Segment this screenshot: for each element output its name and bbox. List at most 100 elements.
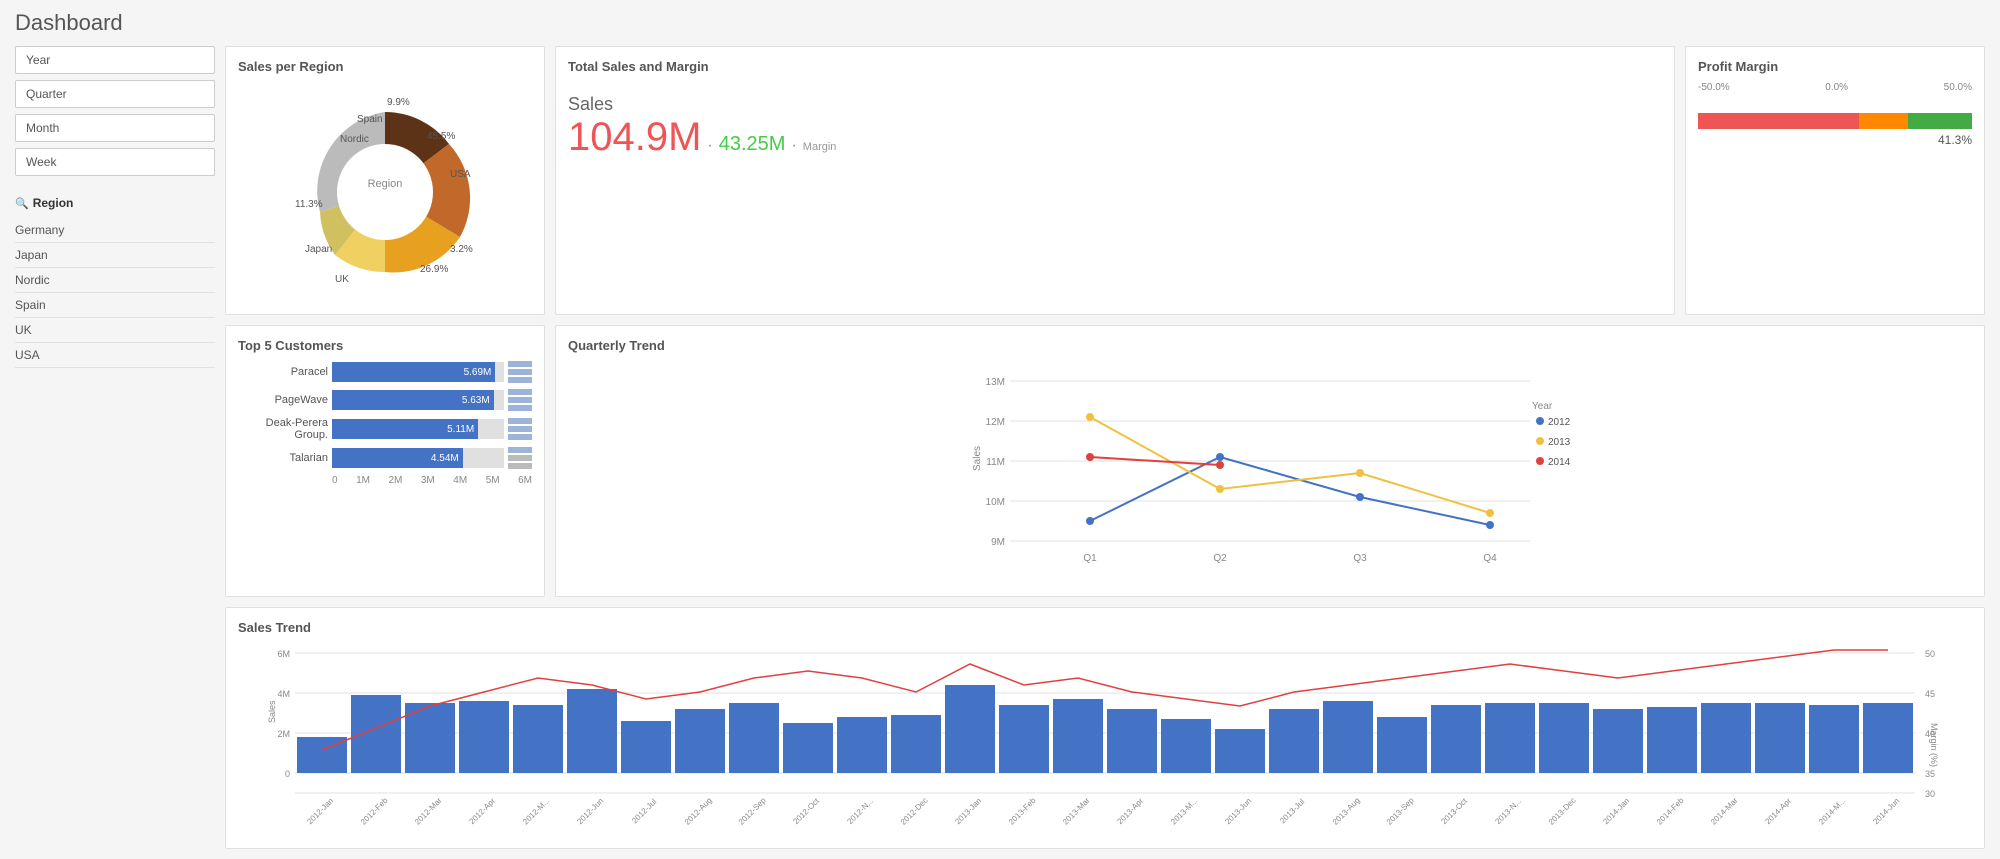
filter-month[interactable]: Month: [15, 114, 215, 142]
svg-text:2013-Jun: 2013-Jun: [1223, 796, 1253, 826]
margin-label: Margin: [803, 141, 837, 153]
svg-text:2014-Feb: 2014-Feb: [1655, 796, 1686, 827]
filter-year[interactable]: Year: [15, 46, 215, 74]
profit-margin-panel: Profit Margin -50.0% 0.0% 50.0% 41.3%: [1685, 46, 1985, 315]
svg-text:9.9%: 9.9%: [387, 97, 410, 108]
svg-text:10M: 10M: [986, 497, 1005, 508]
bar-mini-2: [508, 418, 532, 440]
profit-bar-labels: -50.0% 0.0% 50.0%: [1698, 82, 1972, 93]
svg-text:Year: Year: [1532, 401, 1553, 412]
donut-svg: Region USA 3.2% 26.9% UK Japan 11.3% Nor…: [275, 87, 495, 297]
donut-chart: Region USA 3.2% 26.9% UK Japan 11.3% Nor…: [238, 82, 532, 302]
svg-text:2014-Jun: 2014-Jun: [1871, 796, 1901, 826]
svg-text:2013-Jan: 2013-Jan: [953, 796, 983, 826]
svg-text:2012-Jan: 2012-Jan: [305, 796, 335, 826]
bar-track-1: 5.63M: [332, 390, 504, 410]
sales-label: Sales: [568, 94, 1662, 115]
region-item-usa[interactable]: USA: [15, 343, 215, 368]
svg-text:2013-Feb: 2013-Feb: [1007, 796, 1038, 827]
sidebar: Year Quarter Month Week 🔍 Region Germany…: [15, 46, 215, 849]
svg-text:2012-Dec: 2012-Dec: [899, 796, 930, 827]
region-item-uk[interactable]: UK: [15, 318, 215, 343]
region-section-title: 🔍 Region: [15, 196, 215, 210]
sales-values: 104.9M · 43.25M · Margin: [568, 115, 1662, 164]
svg-text:Sales: Sales: [972, 446, 983, 471]
customer-row-3: Talarian 4.54M: [238, 447, 532, 469]
svg-text:2012-M...: 2012-M...: [521, 796, 551, 826]
svg-text:11.3%: 11.3%: [295, 199, 323, 210]
customer-name-3: Talarian: [238, 452, 328, 464]
bar-track-2: 5.11M: [332, 419, 504, 439]
customer-name-1: PageWave: [238, 394, 328, 406]
region-item-spain[interactable]: Spain: [15, 293, 215, 318]
svg-text:Japan: Japan: [305, 244, 332, 255]
region-item-japan[interactable]: Japan: [15, 243, 215, 268]
svg-text:2014: 2014: [1548, 457, 1571, 468]
svg-text:2012-Apr: 2012-Apr: [467, 796, 497, 826]
region-item-nordic[interactable]: Nordic: [15, 268, 215, 293]
filter-quarter[interactable]: Quarter: [15, 80, 215, 108]
customer-name-0: Paracel: [238, 366, 328, 378]
svg-text:2013-Oct: 2013-Oct: [1439, 796, 1469, 826]
svg-text:2013-M...: 2013-M...: [1169, 796, 1199, 826]
svg-text:2013: 2013: [1548, 437, 1571, 448]
svg-text:Q4: Q4: [1483, 553, 1497, 564]
sales-trend-svg: 6M 4M 2M 0 Sales 50 45 40 35 30 Margin (…: [238, 643, 1972, 833]
bar-mini-0: [508, 361, 532, 383]
svg-text:35: 35: [1925, 769, 1935, 779]
svg-text:2012-Oct: 2012-Oct: [791, 796, 821, 826]
svg-text:2012-Jul: 2012-Jul: [630, 797, 658, 825]
bar-mini-3: [508, 447, 532, 469]
total-sales-panel: Total Sales and Margin Sales 104.9M · 43…: [555, 46, 1675, 315]
filter-week[interactable]: Week: [15, 148, 215, 176]
svg-text:13M: 13M: [986, 377, 1005, 388]
svg-text:2012-Feb: 2012-Feb: [359, 796, 390, 827]
svg-text:2012-N...: 2012-N...: [845, 796, 875, 826]
profit-bar-orange: [1859, 113, 1907, 129]
svg-text:USA: USA: [450, 169, 471, 180]
bar-fill-1: 5.63M: [332, 390, 494, 410]
quarterly-chart-container: 13M 12M 11M 10M 9M Q1 Q2 Q3 Q4: [568, 361, 1972, 584]
bar-track-0: 5.69M: [332, 362, 504, 382]
customer-row-0: Paracel 5.69M: [238, 361, 532, 383]
svg-text:Q3: Q3: [1353, 553, 1367, 564]
dashboard: Dashboard Year Quarter Month Week 🔍 Regi…: [0, 0, 2000, 859]
profit-bar: 41.3%: [1698, 113, 1972, 137]
main-content: Sales per Region: [225, 46, 1985, 849]
region-item-germany[interactable]: Germany: [15, 218, 215, 243]
quarterly-title: Quarterly Trend: [568, 338, 1972, 353]
svg-text:2012-Aug: 2012-Aug: [683, 796, 714, 827]
svg-text:26.9%: 26.9%: [420, 264, 448, 275]
svg-text:2012-Mar: 2012-Mar: [413, 796, 444, 827]
svg-text:0: 0: [285, 769, 290, 779]
profit-margin-title: Profit Margin: [1698, 59, 1972, 74]
customers-title: Top 5 Customers: [238, 338, 532, 353]
svg-text:2013-Dec: 2013-Dec: [1547, 796, 1578, 827]
svg-text:2013-Apr: 2013-Apr: [1115, 796, 1145, 826]
svg-text:2014-M...: 2014-M...: [1817, 796, 1847, 826]
quarterly-svg: 13M 12M 11M 10M 9M Q1 Q2 Q3 Q4: [568, 361, 1972, 581]
sales-region-title: Sales per Region: [238, 59, 532, 74]
svg-text:2012-Sep: 2012-Sep: [737, 795, 768, 826]
svg-text:2M: 2M: [277, 729, 290, 739]
region-section: 🔍 Region Germany Japan Nordic Spain UK U…: [15, 196, 215, 368]
svg-text:2013-Aug: 2013-Aug: [1331, 796, 1362, 827]
svg-text:3.2%: 3.2%: [450, 244, 473, 255]
svg-text:50: 50: [1925, 649, 1935, 659]
svg-text:2013-Mar: 2013-Mar: [1061, 796, 1092, 827]
svg-text:Q1: Q1: [1083, 553, 1097, 564]
svg-text:Region: Region: [368, 178, 403, 190]
dashboard-title: Dashboard: [15, 10, 1985, 36]
svg-text:Sales: Sales: [267, 700, 277, 723]
sales-trend-panel: Sales Trend 6M 4M 2M: [225, 607, 1985, 849]
profit-bar-red: [1698, 113, 1859, 129]
customer-row-2: Deak-Perera Group. 5.11M: [238, 417, 532, 441]
region-list: Germany Japan Nordic Spain UK USA: [15, 218, 215, 368]
svg-text:2013-Sep: 2013-Sep: [1385, 795, 1416, 826]
customer-name-2: Deak-Perera Group.: [238, 417, 328, 441]
svg-text:30: 30: [1925, 789, 1935, 799]
sales-trend-chart: 6M 4M 2M 0 Sales 50 45 40 35 30 Margin (…: [238, 643, 1972, 836]
svg-text:2014-Mar: 2014-Mar: [1709, 796, 1740, 827]
sales-region-panel: Sales per Region: [225, 46, 545, 315]
bar-value-1: 5.63M: [462, 395, 490, 406]
